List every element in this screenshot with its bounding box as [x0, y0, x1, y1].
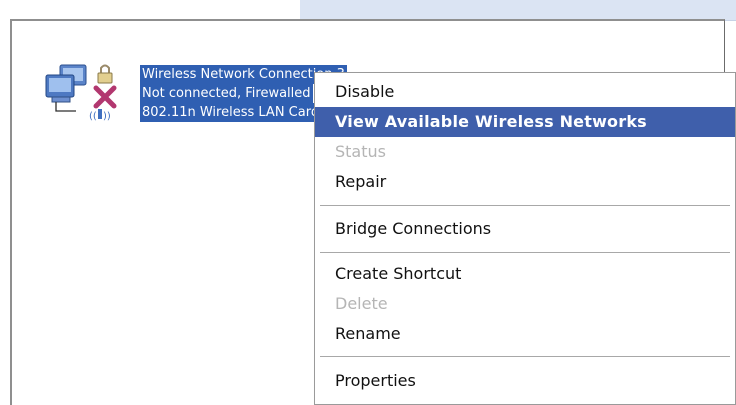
svg-text:)): )): [103, 111, 111, 122]
firewall-lock-icon: [97, 64, 113, 84]
wireless-antenna-icon: (( )): [89, 109, 111, 122]
menu-item-repair[interactable]: Repair: [315, 167, 735, 197]
wireless-network-computers-icon: (( )): [45, 64, 117, 122]
menu-item-properties[interactable]: Properties: [315, 366, 735, 396]
menu-item-rename[interactable]: Rename: [315, 319, 735, 349]
disconnected-x-icon: [93, 85, 117, 109]
svg-text:((: ((: [89, 111, 97, 122]
menu-separator: [320, 205, 730, 207]
menu-item-disable[interactable]: Disable: [315, 77, 735, 107]
connection-device: 802.11n Wireless LAN Card: [140, 103, 322, 122]
menu-item-bridge-connections[interactable]: Bridge Connections: [315, 214, 735, 244]
context-menu: Disable View Available Wireless Networks…: [314, 72, 736, 405]
connection-status: Not connected, Firewalled: [140, 84, 313, 103]
menu-item-view-available-wireless-networks[interactable]: View Available Wireless Networks: [315, 107, 735, 137]
menu-item-status: Status: [335, 142, 386, 161]
menu-item-create-shortcut[interactable]: Create Shortcut: [315, 259, 735, 289]
menu-separator: [320, 252, 730, 254]
wireless-network-connection-item[interactable]: (( )) Wireless Network Connection 3 Not …: [44, 61, 347, 125]
menu-item-delete: Delete: [335, 294, 388, 313]
header-tint: [300, 0, 736, 21]
menu-separator: [320, 356, 730, 358]
